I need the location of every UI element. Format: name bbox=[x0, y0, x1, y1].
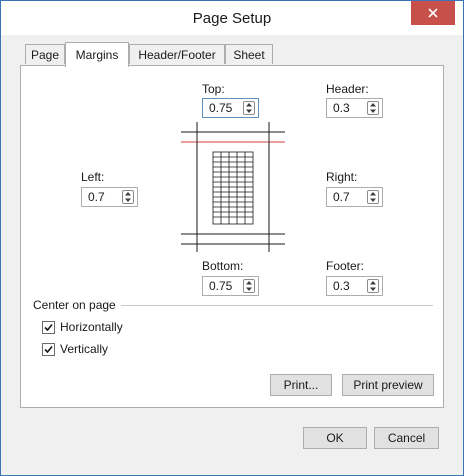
checkmark-icon bbox=[44, 345, 53, 354]
bottom-margin-spinner[interactable]: 0.75 bbox=[202, 276, 259, 296]
horizontally-label[interactable]: Horizontally bbox=[60, 320, 123, 334]
tab-margins[interactable]: Margins bbox=[65, 42, 129, 67]
margins-panel: Top: 0.75 Header: 0.3 Left: 0.7 Right: 0… bbox=[20, 65, 444, 408]
checkmark-icon bbox=[44, 323, 53, 332]
center-on-page-heading: Center on page bbox=[33, 298, 120, 312]
cancel-button[interactable]: Cancel bbox=[374, 427, 439, 449]
left-label: Left: bbox=[81, 170, 105, 184]
tab-header-footer[interactable]: Header/Footer bbox=[129, 44, 225, 64]
close-button[interactable] bbox=[411, 1, 455, 25]
top-margin-value: 0.75 bbox=[209, 101, 233, 115]
group-separator bbox=[121, 305, 433, 306]
spin-arrows-icon[interactable] bbox=[122, 190, 134, 204]
title-bar: Page Setup bbox=[1, 1, 463, 35]
spin-arrows-icon[interactable] bbox=[367, 279, 379, 293]
spin-arrows-icon[interactable] bbox=[243, 101, 255, 115]
vertically-checkbox[interactable] bbox=[42, 343, 55, 356]
left-margin-value: 0.7 bbox=[88, 190, 105, 204]
tab-sheet[interactable]: Sheet bbox=[225, 44, 273, 64]
tab-page[interactable]: Page bbox=[25, 44, 65, 64]
header-margin-spinner[interactable]: 0.3 bbox=[326, 98, 383, 118]
close-icon bbox=[428, 8, 438, 18]
bottom-label: Bottom: bbox=[202, 259, 244, 273]
horizontally-checkbox[interactable] bbox=[42, 321, 55, 334]
window-title: Page Setup bbox=[192, 10, 272, 27]
header-margin-value: 0.3 bbox=[333, 101, 350, 115]
right-margin-spinner[interactable]: 0.7 bbox=[326, 187, 383, 207]
spin-arrows-icon[interactable] bbox=[367, 101, 379, 115]
bottom-margin-value: 0.75 bbox=[209, 279, 233, 293]
spin-arrows-icon[interactable] bbox=[367, 190, 379, 204]
page-preview-icon bbox=[181, 122, 285, 252]
footer-margin-spinner[interactable]: 0.3 bbox=[326, 276, 383, 296]
ok-button[interactable]: OK bbox=[303, 427, 367, 449]
print-button[interactable]: Print... bbox=[270, 374, 332, 396]
header-label: Header: bbox=[326, 82, 369, 96]
vertically-label[interactable]: Vertically bbox=[60, 342, 108, 356]
right-margin-value: 0.7 bbox=[333, 190, 350, 204]
left-margin-spinner[interactable]: 0.7 bbox=[81, 187, 138, 207]
top-margin-spinner[interactable]: 0.75 bbox=[202, 98, 259, 118]
right-label: Right: bbox=[326, 170, 358, 184]
footer-label: Footer: bbox=[326, 259, 365, 273]
footer-margin-value: 0.3 bbox=[333, 279, 350, 293]
top-label: Top: bbox=[202, 82, 225, 96]
page-setup-dialog: Page Setup Page Margins Header/Footer Sh… bbox=[0, 0, 464, 476]
spin-arrows-icon[interactable] bbox=[243, 279, 255, 293]
print-preview-button[interactable]: Print preview bbox=[342, 374, 434, 396]
